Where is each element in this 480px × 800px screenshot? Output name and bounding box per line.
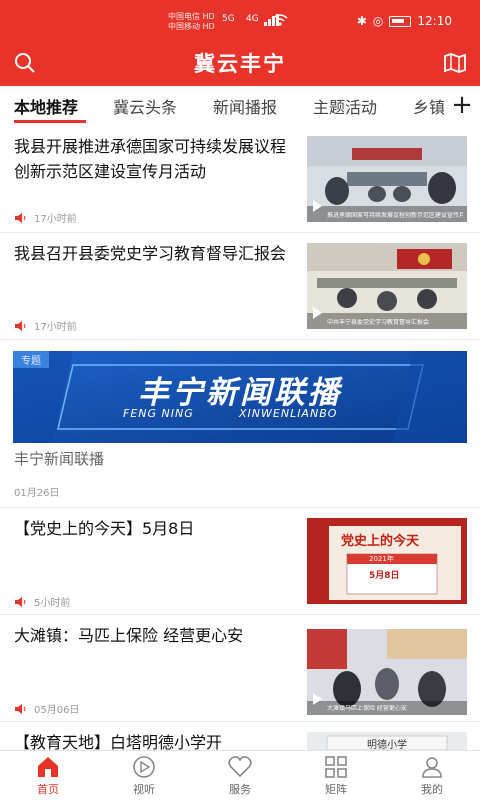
banner-title: 丰宁新闻联播 [138, 375, 342, 411]
banner-date: 01月26日 [14, 488, 60, 499]
nav-profile-label: 我的 [421, 783, 443, 796]
wifi-icon [272, 14, 288, 26]
nav-service-label: 服务 [229, 783, 251, 796]
news-thumbnail: 明德小学 [307, 732, 467, 750]
thumbnail-caption: 大滩镇马匹上保险 经营更心安 [327, 705, 407, 712]
nav-profile[interactable]: 我的 [384, 755, 480, 797]
thumb-date: 5月8日 [369, 571, 400, 581]
alarm-icon: ◎ [372, 14, 384, 28]
carrier-info: 中国电信 HD 中国移动 HD [168, 12, 215, 32]
banner-subtitle-right: XINWENLIANBO [239, 407, 338, 420]
tab-towns[interactable]: 乡镇 [413, 94, 445, 118]
title-bar: 冀云丰宁 [0, 40, 480, 86]
status-right: ✱ ◎ 12:10 [357, 14, 452, 28]
news-time: 17小时前 [34, 322, 77, 333]
nav-service[interactable]: 服务 [192, 755, 288, 797]
status-bar: 中国电信 HD 中国移动 HD 5G 4G ✱ ◎ 12:10 [0, 0, 480, 40]
bottom-navigation: 首页 视听 服务 矩阵 我的 [0, 750, 480, 800]
news-time: 17小时前 [34, 214, 77, 225]
news-meta: 05月06日 [14, 701, 79, 716]
nav-matrix-label: 矩阵 [325, 783, 347, 796]
user-icon [422, 757, 442, 778]
nav-media[interactable]: 视听 [96, 755, 192, 797]
tab-local[interactable]: 本地推荐 [14, 94, 78, 118]
news-meta: 17小时前 [14, 318, 77, 333]
play-icon[interactable] [313, 307, 322, 319]
thumbnail-caption: 中共丰宁县委党史学习教育督导汇报会 [327, 319, 430, 326]
news-time: 05月06日 [34, 705, 80, 716]
topic-banner[interactable]: 专题 丰宁新闻联播 FENG NING XINWENLIANBO [13, 351, 467, 443]
news-meta: 17小时前 [14, 210, 77, 225]
nav-matrix[interactable]: 矩阵 [288, 755, 384, 797]
home-icon [38, 757, 58, 777]
map-icon[interactable] [442, 50, 468, 76]
thumb-year: 2021年 [369, 555, 394, 563]
nav-home[interactable]: 首页 [0, 755, 96, 797]
add-channel-button[interactable]: + [444, 86, 480, 126]
clock: 12:10 [417, 14, 452, 28]
banner-tag: 专题 [13, 351, 49, 368]
channel-tabs: 本地推荐 冀云头条 新闻播报 主题活动 乡镇 + [0, 86, 480, 126]
news-title: 大滩镇：马匹上保险 经营更心安 [14, 626, 244, 645]
tab-theme-activity[interactable]: 主题活动 [313, 94, 377, 118]
battery-icon [389, 15, 412, 27]
news-item[interactable]: 我县开展推进承德国家可持续发展议程创新示范区建设宣传月活动 17小时前 推进承德… [0, 126, 480, 233]
play-icon[interactable] [313, 693, 322, 705]
speaker-icon[interactable] [14, 320, 30, 331]
news-thumbnail: 党史上的今天 2021年 5月8日 [307, 518, 467, 604]
news-time: 5小时前 [34, 598, 71, 609]
news-feed: 我县开展推进承德国家可持续发展议程创新示范区建设宣传月活动 17小时前 推进承德… [0, 126, 480, 750]
grid-icon [325, 756, 347, 778]
news-meta: 5小时前 [14, 594, 70, 609]
nav-media-label: 视听 [133, 783, 155, 796]
bluetooth-icon: ✱ [356, 14, 367, 28]
news-item[interactable]: 我县召开县委党史学习教育督导汇报会 17小时前 中共丰宁县委党史学习教育督导汇报… [0, 233, 480, 340]
news-title: 【党史上的今天】5月8日 [14, 519, 195, 538]
speaker-icon[interactable] [14, 212, 30, 223]
nav-home-label: 首页 [37, 783, 59, 796]
banner-subtitle-left: FENG NING [123, 407, 194, 420]
tab-jiyun-headline[interactable]: 冀云头条 [113, 94, 177, 118]
news-item[interactable]: 【党史上的今天】5月8日 5小时前 党史上的今天 2021年 5月8日 [0, 508, 480, 615]
news-title: 【教育天地】白塔明德小学开 [14, 733, 223, 750]
carrier-1: 中国电信 HD [168, 12, 215, 21]
news-thumbnail: 中共丰宁县委党史学习教育督导汇报会 [307, 243, 467, 329]
play-icon[interactable] [313, 200, 322, 212]
signal-4g: 4G [246, 14, 259, 24]
banner-caption: 丰宁新闻联播 [14, 450, 105, 468]
thumb-title: 党史上的今天 [341, 534, 420, 549]
app-header: 中国电信 HD 中国移动 HD 5G 4G ✱ ◎ 12:10 冀云丰宁 [0, 0, 480, 86]
carrier-2: 中国移动 HD [168, 22, 215, 31]
speaker-icon[interactable] [14, 703, 30, 714]
speaker-icon[interactable] [14, 596, 30, 607]
news-thumbnail: 大滩镇马匹上保险 经营更心安 [307, 629, 467, 715]
active-tab-indicator [14, 120, 86, 123]
thumbnail-caption: 推进承德国家可持续发展议程创新示范区建设宣传月活动 [327, 212, 463, 219]
news-thumbnail: 推进承德国家可持续发展议程创新示范区建设宣传月活动 [307, 136, 467, 222]
play-circle-icon [133, 756, 155, 778]
news-title: 我县召开县委党史学习教育督导汇报会 [14, 244, 287, 263]
news-item[interactable]: 大滩镇：马匹上保险 经营更心安 05月06日 大滩镇马匹上保险 经营更心安 [0, 615, 480, 722]
news-item[interactable]: 【教育天地】白塔明德小学开 明德小学 [0, 722, 480, 750]
tab-news-broadcast[interactable]: 新闻播报 [213, 94, 277, 118]
thumb-sign: 明德小学 [367, 740, 407, 750]
app-title: 冀云丰宁 [194, 52, 286, 76]
heart-icon [228, 756, 252, 778]
news-title: 我县开展推进承德国家可持续发展议程创新示范区建设宣传月活动 [14, 137, 287, 181]
signal-5g: 5G [222, 14, 235, 24]
